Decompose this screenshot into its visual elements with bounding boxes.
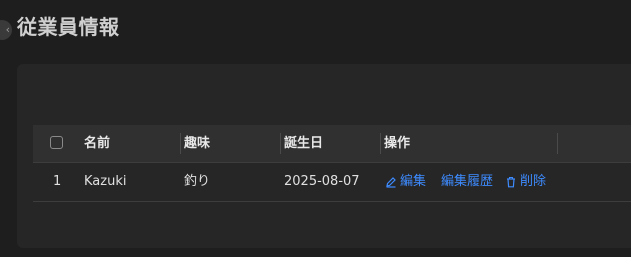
column-separator[interactable]: [380, 133, 381, 154]
edit-history-label: 編集履歴: [441, 174, 494, 189]
column-header-birthday[interactable]: 誕生日: [284, 125, 323, 162]
column-header-name[interactable]: 名前: [84, 125, 110, 162]
column-header-actions[interactable]: 操作: [384, 125, 410, 162]
edit-history-button[interactable]: 編集履歴: [441, 163, 493, 201]
cell-hobby: 釣り: [184, 174, 211, 189]
content-card: 名前 趣味 誕生日 操作 1 Kazuki 釣り 2025-08-07 編集 編: [17, 64, 631, 248]
table-header: 名前 趣味 誕生日 操作: [33, 125, 631, 163]
select-all-checkbox[interactable]: [50, 136, 63, 149]
column-separator[interactable]: [180, 133, 181, 154]
sidebar-collapse-button[interactable]: ‹: [0, 20, 12, 40]
trash-icon: [507, 176, 515, 188]
cell-name: Kazuki: [84, 174, 127, 189]
column-header-hobby[interactable]: 趣味: [184, 125, 210, 162]
cell-birthday: 2025-08-07: [284, 174, 360, 189]
edit-label: 編集: [400, 174, 427, 189]
page-title: 従業員情報: [17, 15, 120, 39]
delete-label: 削除: [520, 174, 547, 189]
edit-button[interactable]: 編集: [385, 163, 426, 201]
column-separator[interactable]: [280, 133, 281, 154]
employee-table: 名前 趣味 誕生日 操作 1 Kazuki 釣り 2025-08-07 編集 編: [33, 125, 631, 202]
pencil-icon: [386, 177, 396, 188]
table-row: 1 Kazuki 釣り 2025-08-07 編集 編集履歴 削除: [33, 163, 631, 202]
column-separator[interactable]: [557, 133, 558, 154]
delete-button[interactable]: 削除: [505, 163, 546, 201]
chevron-left-icon: ‹: [5, 23, 10, 36]
row-index: 1: [53, 174, 62, 189]
